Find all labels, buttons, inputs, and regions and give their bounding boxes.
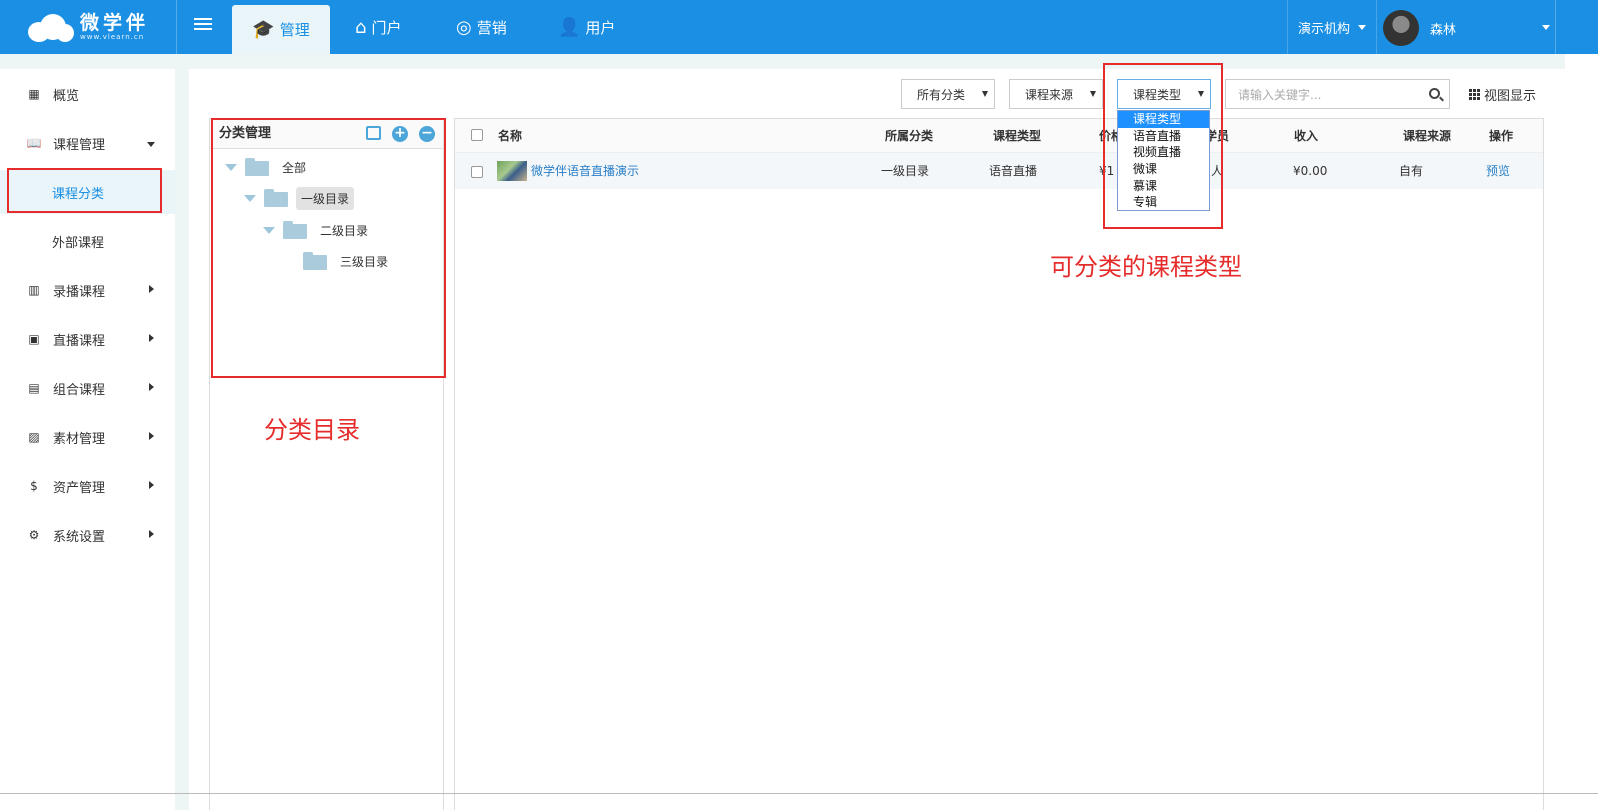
- view-toggle-button[interactable]: 视图显示: [1469, 85, 1536, 104]
- sidebar-item-label: 素材管理: [53, 431, 106, 447]
- grid-view-icon: [1469, 89, 1480, 100]
- annotation-box-tree: [211, 118, 446, 378]
- course-table: 名称 所属分类 课程类型 价格 学员 收入 课程来源 操作 微学伴语音直播演示 …: [454, 118, 1544, 810]
- sidebar-item-label: 录播课程: [53, 284, 106, 300]
- category-filter-value: 所有分类: [917, 87, 966, 102]
- avatar[interactable]: [1383, 10, 1419, 46]
- sidebar-item-label: 外部课程: [52, 235, 105, 251]
- cloud-logo-icon: [28, 12, 76, 42]
- sidebar-item-label: 直播课程: [53, 333, 106, 349]
- brand-logo[interactable]: 微学伴 www.vlearn.cn: [28, 10, 149, 44]
- brand-url: www.vlearn.cn: [80, 32, 145, 41]
- grid-icon: ▦: [28, 87, 40, 101]
- topbar-divider: [1555, 0, 1556, 54]
- building-icon: ▥: [28, 283, 40, 297]
- nav-tab-manage[interactable]: 🎓 管理: [232, 5, 330, 54]
- sidebar-item-label: 资产管理: [53, 480, 106, 496]
- category-filter-select[interactable]: 所有分类: [901, 79, 995, 109]
- sidebar-item-label: 课程管理: [53, 137, 106, 153]
- sidebar-item-overview[interactable]: ▦ 概览: [0, 76, 175, 112]
- caret-down-icon: [1090, 91, 1096, 97]
- select-all-checkbox[interactable]: [471, 129, 483, 141]
- sidebar-item-external-courses[interactable]: 外部课程: [0, 219, 175, 263]
- source-filter-select[interactable]: 课程来源: [1009, 79, 1103, 109]
- sidebar-item-label: 概览: [53, 88, 80, 104]
- book-icon: 📖: [26, 136, 42, 150]
- bar-chart-icon: ▤: [28, 381, 40, 395]
- preview-link[interactable]: 预览: [1486, 153, 1510, 189]
- sidebar-item-live-courses[interactable]: ▣ 直播课程: [0, 321, 175, 357]
- course-income: ¥0.00: [1293, 164, 1328, 178]
- view-toggle-label: 视图显示: [1484, 89, 1537, 104]
- source-filter-value: 课程来源: [1025, 87, 1074, 102]
- menu-toggle-icon[interactable]: [194, 18, 212, 32]
- nav-tab-portal[interactable]: ⌂ 门户: [355, 0, 401, 54]
- column-header-source: 课程来源: [1403, 129, 1452, 143]
- sidebar-item-recorded-courses[interactable]: ▥ 录播课程: [0, 272, 175, 308]
- course-name-link[interactable]: 微学伴语音直播演示: [531, 153, 639, 189]
- course-thumbnail: [497, 161, 527, 181]
- bottom-divider: [0, 793, 1598, 794]
- column-header-type: 课程类型: [993, 129, 1042, 143]
- course-category: 一级目录: [881, 164, 930, 178]
- graduation-cap-icon: 🎓: [252, 19, 275, 40]
- sidebar-item-assets[interactable]: $ 资产管理: [0, 468, 175, 504]
- chevron-right-icon: [149, 383, 154, 391]
- topbar-divider: [176, 0, 177, 54]
- sidebar-item-label: 系统设置: [53, 529, 106, 545]
- caret-down-icon: [982, 91, 988, 97]
- search-input[interactable]: 请输入关键字...: [1225, 79, 1450, 109]
- column-header-name: 名称: [498, 129, 523, 143]
- annotation-type-note: 可分类的课程类型: [1050, 253, 1242, 281]
- scrollbar[interactable]: [1565, 54, 1598, 810]
- annotation-tree-note: 分类目录: [264, 416, 360, 444]
- sidebar-item-course-management[interactable]: 📖 课程管理: [0, 125, 175, 161]
- table-row: 微学伴语音直播演示 一级目录 语音直播 ¥1 人 ¥0.00 自有 预览: [455, 153, 1543, 189]
- table-header: 名称 所属分类 课程类型 价格 学员 收入 课程来源 操作: [455, 119, 1543, 153]
- chevron-right-icon: [149, 334, 154, 342]
- spinner-icon: ◎: [456, 16, 472, 38]
- sidebar-item-settings[interactable]: ⚙ 系统设置: [0, 517, 175, 553]
- sidebar-item-label: 组合课程: [53, 382, 106, 398]
- image-icon: ▨: [28, 430, 40, 444]
- column-header-income: 收入: [1294, 129, 1319, 143]
- home-icon: ⌂: [355, 16, 367, 38]
- nav-tab-label: 管理: [279, 21, 310, 39]
- org-switcher[interactable]: 演示机构: [1287, 0, 1377, 54]
- chevron-down-icon: [1358, 24, 1366, 30]
- org-name: 演示机构: [1297, 21, 1350, 37]
- presentation-icon: ▣: [28, 332, 40, 346]
- course-type: 语音直播: [989, 164, 1038, 178]
- row-checkbox[interactable]: [471, 166, 483, 178]
- dollar-circle-icon: $: [30, 479, 38, 493]
- nav-tab-label: 用户: [585, 18, 616, 37]
- annotation-box-type-dropdown: [1103, 63, 1223, 229]
- gear-icon: ⚙: [28, 528, 40, 542]
- brand-name: 微学伴: [80, 11, 150, 34]
- column-header-action: 操作: [1489, 129, 1514, 143]
- user-name[interactable]: 森林: [1430, 19, 1456, 38]
- chevron-right-icon: [149, 285, 154, 293]
- chevron-right-icon: [149, 530, 154, 538]
- nav-tab-label: 营销: [476, 18, 507, 37]
- annotation-box-category-menu: [7, 168, 162, 213]
- sidebar-item-materials[interactable]: ▨ 素材管理: [0, 419, 175, 455]
- top-bar: 微学伴 www.vlearn.cn 🎓 管理 ⌂ 门户 ◎ 营销 👤 用户 演示…: [0, 0, 1598, 54]
- nav-tab-users[interactable]: 👤 用户: [558, 0, 615, 54]
- column-header-category: 所属分类: [885, 129, 934, 143]
- nav-tab-label: 门户: [371, 18, 402, 37]
- user-menu-chevron-icon[interactable]: [1542, 25, 1550, 30]
- chevron-right-icon: [149, 432, 154, 440]
- sidebar-item-bundle-courses[interactable]: ▤ 组合课程: [0, 370, 175, 406]
- search-placeholder: 请输入关键字...: [1238, 87, 1322, 102]
- search-icon[interactable]: [1429, 88, 1440, 99]
- chevron-right-icon: [149, 481, 154, 489]
- user-gear-icon: 👤: [558, 16, 581, 38]
- nav-tab-marketing[interactable]: ◎ 营销: [456, 0, 507, 54]
- course-source: 自有: [1399, 164, 1424, 178]
- chevron-down-icon: [147, 142, 155, 147]
